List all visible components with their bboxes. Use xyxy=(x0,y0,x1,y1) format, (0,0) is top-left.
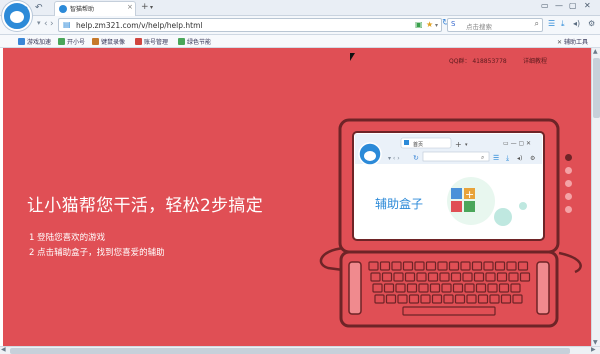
scroll-down-icon[interactable]: ▼ xyxy=(593,339,598,346)
scroll-thumb[interactable] xyxy=(593,58,600,118)
svg-text:⌕: ⌕ xyxy=(481,154,484,161)
search-engine-icon[interactable]: S xyxy=(451,20,455,28)
bookmark-macro-record[interactable]: 键鼠录像 xyxy=(92,37,125,46)
new-tab-dropdown-icon[interactable]: ▾ xyxy=(150,4,153,11)
bubble-small xyxy=(519,202,527,210)
carousel-dot-4[interactable] xyxy=(565,193,572,200)
carousel-dot-3[interactable] xyxy=(565,180,572,187)
url-text[interactable]: help.zm321.com/v/help/help.html xyxy=(76,21,202,30)
hscroll-thumb[interactable] xyxy=(10,348,570,354)
page-icon: ▤ xyxy=(63,20,71,29)
scroll-left-icon[interactable]: ◀ xyxy=(1,346,6,353)
cat-favicon-icon xyxy=(59,5,67,13)
svg-text:▾ ‹ ›: ▾ ‹ › xyxy=(388,155,400,162)
new-tab-button[interactable]: + xyxy=(141,2,149,12)
restore-skin-icon[interactable]: ▭ xyxy=(541,1,549,10)
download-icon[interactable]: ⤓ xyxy=(561,19,565,29)
carousel-dot-1[interactable] xyxy=(565,154,572,161)
bookmark-label: 绿色节能 xyxy=(187,39,212,46)
svg-text:⤓: ⤓ xyxy=(506,154,509,162)
svg-text:+: + xyxy=(455,140,462,149)
svg-text:◂): ◂) xyxy=(517,155,522,162)
bookmark-account-manage[interactable]: 账号管理 xyxy=(135,37,168,46)
svg-text:+: + xyxy=(465,188,474,201)
back-dropdown-icon[interactable]: ▾ xyxy=(37,19,41,27)
bookmark-label: 游戏加速 xyxy=(27,39,52,46)
bookmark-multi-account[interactable]: 开小号 xyxy=(58,37,85,46)
tile-blue xyxy=(451,188,462,199)
mini-tab-title: 首页 xyxy=(413,141,423,148)
close-window-icon[interactable]: ✕ xyxy=(584,1,591,10)
tools-icon: ✕ xyxy=(557,39,564,46)
svg-text:▭ — ▢ ✕: ▭ — ▢ ✕ xyxy=(503,140,531,147)
tab-strip: ↶ 智猫帮助 × + ▾ ▭ — ▢ ✕ xyxy=(0,0,600,16)
tab-title: 智猫帮助 xyxy=(70,6,95,13)
mouse-cursor-icon xyxy=(350,53,355,61)
mini-address-bar xyxy=(422,151,490,162)
vertical-scrollbar[interactable]: ▲ ▼ xyxy=(591,48,600,346)
maximize-icon[interactable]: ▢ xyxy=(569,1,577,10)
search-icon[interactable]: ⌕ xyxy=(535,19,539,29)
browser-window: ↶ 智猫帮助 × + ▾ ▭ — ▢ ✕ ▾ ‹ › ▤ help.zm321.… xyxy=(0,0,600,354)
tile-red xyxy=(451,201,462,212)
keyboard-right-speaker xyxy=(536,261,550,315)
browser-logo-icon[interactable] xyxy=(2,1,32,31)
svg-text:⚙: ⚙ xyxy=(530,155,535,162)
horizontal-scrollbar[interactable]: ◀ ▶ xyxy=(0,346,600,354)
assist-tools-label: 辅助工具 xyxy=(563,39,588,46)
shield-icon[interactable]: ▣ xyxy=(415,20,423,29)
address-bar[interactable]: ▤ help.zm321.com/v/help/help.html ▣ ★ ▾ xyxy=(58,18,442,32)
bookmark-label: 账号管理 xyxy=(144,39,169,46)
settings-dropdown-icon[interactable]: ⚙ xyxy=(588,19,595,28)
menu-icon[interactable]: ☰ xyxy=(548,19,555,28)
back-button[interactable]: ‹ xyxy=(44,19,48,29)
undo-close-tab-icon[interactable]: ↶ xyxy=(35,3,43,13)
scroll-up-icon[interactable]: ▲ xyxy=(593,48,598,55)
forward-button[interactable]: › xyxy=(50,19,54,29)
bookmark-power-save[interactable]: 绿色节能 xyxy=(178,37,211,46)
star-icon[interactable]: ★ xyxy=(426,20,433,29)
bookmark-game-accelerate[interactable]: 游戏加速 xyxy=(18,37,51,46)
search-box[interactable]: S 点击搜索 ⌕ xyxy=(447,18,543,32)
carousel-dot-2[interactable] xyxy=(565,167,572,174)
carousel-dots xyxy=(565,154,572,219)
bookmark-label: 键鼠录像 xyxy=(101,39,126,46)
sound-icon[interactable]: ◂) xyxy=(573,19,580,28)
bookmarks-bar: 游戏加速 开小号 键鼠录像 账号管理 绿色节能 ✕ 辅助工具 xyxy=(0,35,600,48)
page-content: QQ群： 418853778 详细教程 让小猫帮您干活，轻松2步搞定 1 登陆您… xyxy=(3,48,591,346)
bookmark-label: 开小号 xyxy=(67,39,86,46)
mini-box-label: 辅助盒子 xyxy=(375,196,423,211)
assist-tools-button[interactable]: ✕ 辅助工具 xyxy=(557,37,588,46)
tab-close-icon[interactable]: × xyxy=(127,3,133,11)
bubble-large xyxy=(494,208,512,226)
tile-green xyxy=(464,201,475,212)
search-input[interactable]: 点击搜索 xyxy=(466,21,492,31)
minimize-icon[interactable]: — xyxy=(555,1,563,10)
dropdown-icon[interactable]: ▾ xyxy=(435,22,438,29)
svg-text:☰: ☰ xyxy=(493,154,499,162)
address-toolbar: ▾ ‹ › ▤ help.zm321.com/v/help/help.html … xyxy=(0,16,600,35)
cable-right xyxy=(558,251,582,274)
carousel-dot-5[interactable] xyxy=(565,206,572,213)
keyboard-left-speaker xyxy=(348,261,362,315)
svg-text:↻: ↻ xyxy=(413,154,419,162)
laptop-illustration: 首页 + ▾ ▭ — ▢ ✕ ▾ ‹ › ↻ ⌕ ☰ ⤓ ◂) ⚙ 辅助盒子 + xyxy=(319,118,582,328)
tab-active[interactable]: 智猫帮助 × xyxy=(54,1,136,16)
scroll-right-icon[interactable]: ▶ xyxy=(591,346,596,353)
